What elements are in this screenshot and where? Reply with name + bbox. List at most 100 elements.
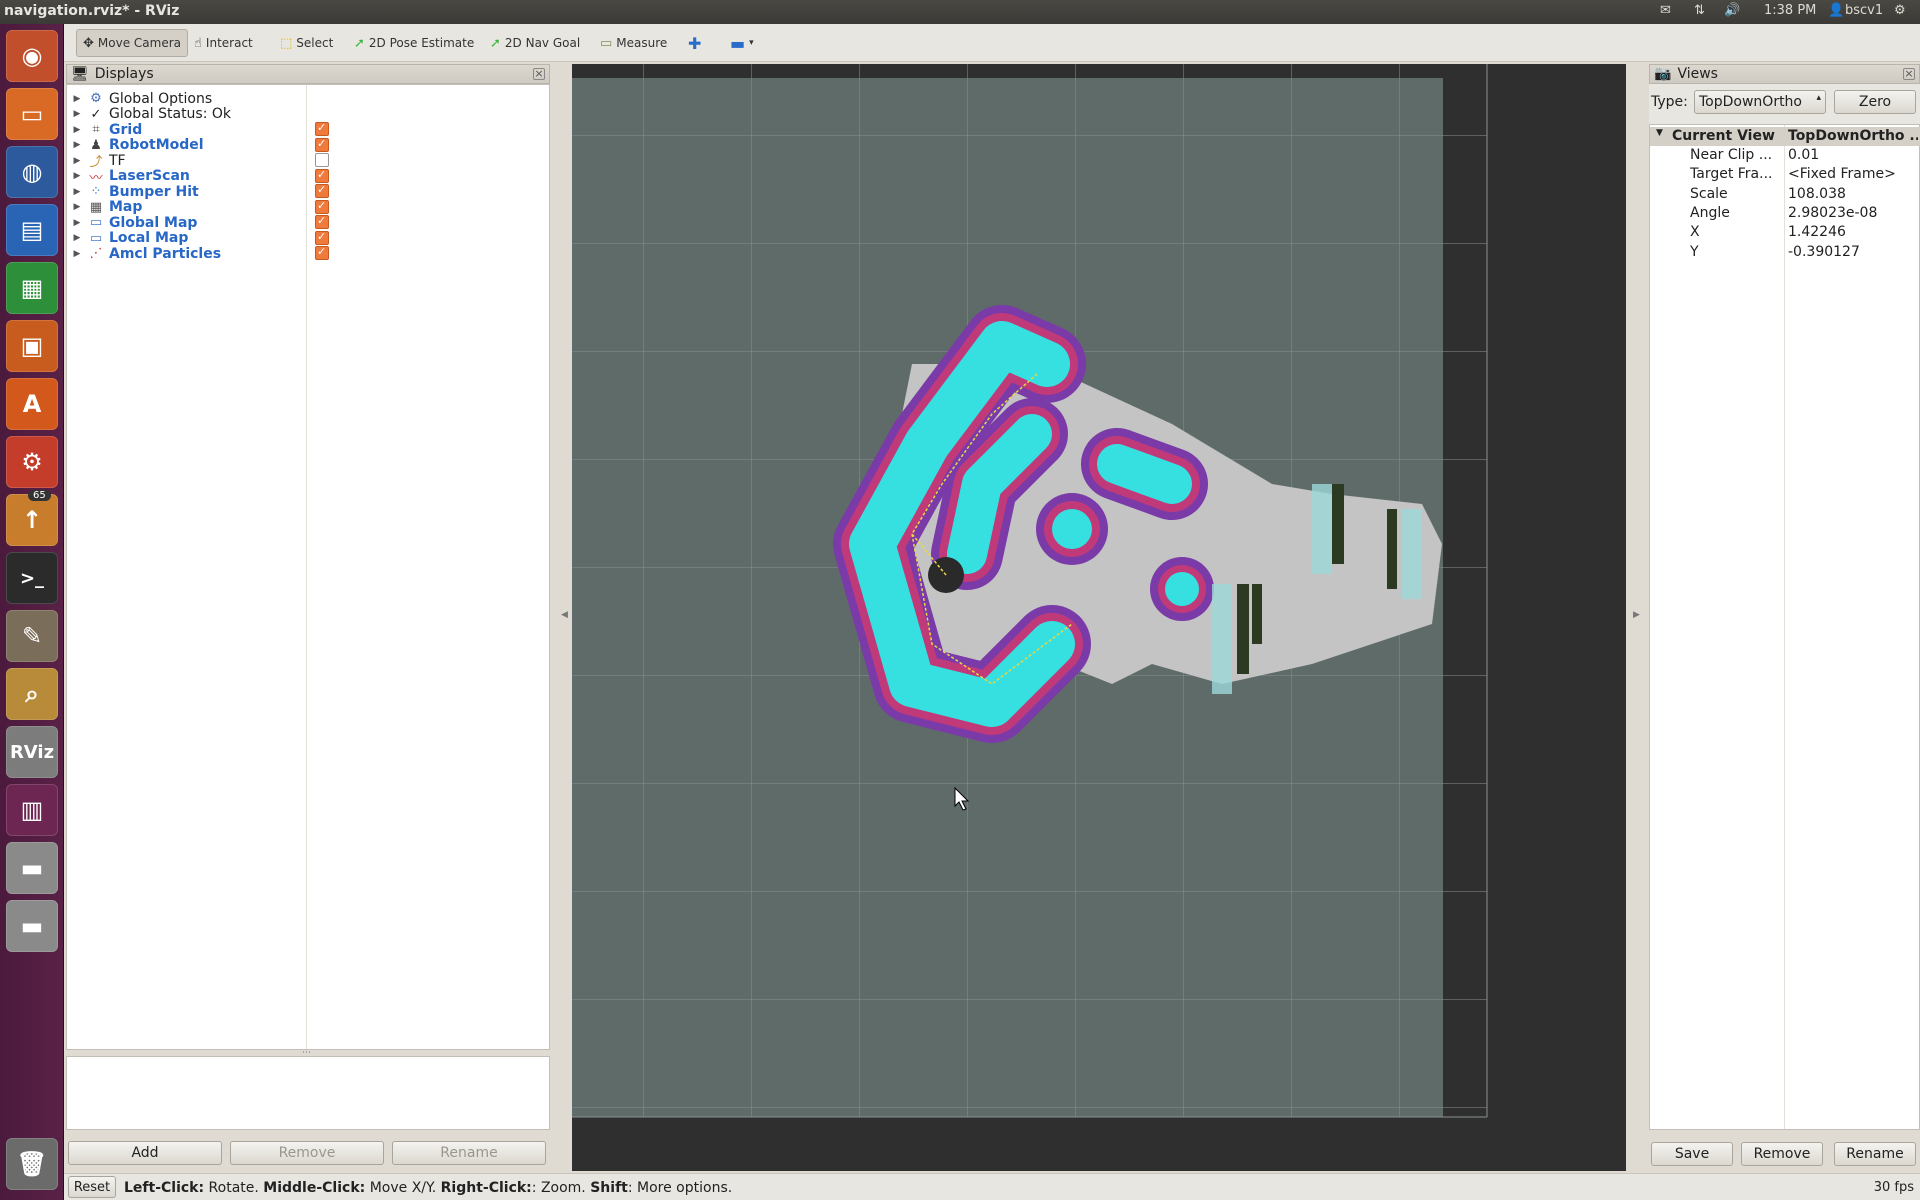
view-property-row[interactable]: Scale 108.038 bbox=[1650, 185, 1920, 204]
rviz-icon[interactable]: RViz bbox=[6, 726, 58, 778]
expand-arrow-icon[interactable]: ▶ bbox=[67, 233, 87, 243]
expand-arrow-icon[interactable]: ▶ bbox=[67, 140, 87, 150]
expand-arrow-icon[interactable]: ▶ bbox=[67, 109, 87, 119]
view-property-row[interactable]: Angle 2.98023e-08 bbox=[1650, 204, 1920, 223]
clock[interactable]: 1:38 PM bbox=[1764, 3, 1816, 18]
calc-icon[interactable]: ▦ bbox=[6, 262, 58, 314]
status-bar: Reset Left-Click: Rotate. Middle-Click: … bbox=[64, 1173, 1920, 1200]
current-view-row[interactable]: ▼ Current View TopDownOrtho ... bbox=[1650, 127, 1920, 146]
display-enabled-checkbox[interactable] bbox=[315, 230, 329, 245]
view-property-row[interactable]: X 1.42246 bbox=[1650, 223, 1920, 242]
image-viewer-icon[interactable]: ⌕ bbox=[6, 668, 58, 720]
user-name[interactable]: bscv1 bbox=[1845, 3, 1883, 18]
trash-icon[interactable]: 🗑 bbox=[6, 1138, 58, 1190]
close-icon[interactable]: × bbox=[533, 68, 545, 80]
add-display-button[interactable]: Add bbox=[68, 1141, 222, 1165]
display-enabled-checkbox[interactable] bbox=[315, 168, 329, 183]
writer-icon[interactable]: ▤ bbox=[6, 204, 58, 256]
views-title: Views bbox=[1677, 66, 1718, 82]
green-arrow-icon-2: ➚ bbox=[490, 35, 501, 51]
expand-arrow-icon[interactable]: ▶ bbox=[67, 156, 87, 166]
dash-home-icon[interactable]: ◉ bbox=[6, 30, 58, 82]
property-value[interactable]: -0.390127 bbox=[1788, 244, 1918, 260]
mail-icon[interactable]: ✉ bbox=[1660, 3, 1671, 18]
software-center-icon[interactable]: A bbox=[6, 378, 58, 430]
select-tool[interactable]: ⬚ Select bbox=[274, 29, 339, 57]
left-collapse-arrow[interactable]: ◀ bbox=[561, 610, 568, 620]
network-icon[interactable]: ⇅ bbox=[1694, 3, 1705, 18]
drive-icon[interactable]: ▬ bbox=[6, 842, 58, 894]
display-enabled-checkbox[interactable] bbox=[315, 137, 329, 152]
zero-button[interactable]: Zero bbox=[1834, 90, 1916, 114]
terminal-icon[interactable]: >_ bbox=[6, 552, 58, 604]
view-type-select[interactable]: TopDownOrtho ▴ bbox=[1694, 90, 1826, 114]
monitor-icon: 🖥 bbox=[71, 66, 89, 82]
remove-view-button[interactable]: Remove bbox=[1741, 1142, 1823, 1166]
impress-icon[interactable]: ▣ bbox=[6, 320, 58, 372]
display-enabled-checkbox[interactable] bbox=[315, 121, 329, 136]
display-description bbox=[66, 1056, 550, 1130]
add-tool-button[interactable]: ✚ bbox=[682, 29, 707, 57]
property-value[interactable]: 108.038 bbox=[1788, 186, 1918, 202]
firefox-icon[interactable]: ◍ bbox=[6, 146, 58, 198]
property-name: Target Fra... bbox=[1690, 166, 1773, 183]
right-collapse-arrow[interactable]: ▶ bbox=[1633, 610, 1640, 620]
view-property-row[interactable]: Target Fra... <Fixed Frame> bbox=[1650, 165, 1920, 184]
volume-icon[interactable]: 🔊 bbox=[1724, 3, 1740, 18]
display-enabled-checkbox[interactable] bbox=[315, 153, 329, 167]
remove-display-button[interactable]: Remove bbox=[230, 1141, 384, 1165]
expand-arrow-icon[interactable]: ▶ bbox=[67, 202, 87, 212]
expand-arrow-icon[interactable]: ▼ bbox=[1656, 128, 1663, 138]
views-panel: 📷 Views × Type: TopDownOrtho ▴ Zero ▼ Cu… bbox=[1649, 64, 1920, 1171]
rename-view-button[interactable]: Rename bbox=[1834, 1142, 1916, 1166]
move-camera-tool[interactable]: ✥ Move Camera bbox=[76, 29, 188, 57]
view-properties: ▼ Current View TopDownOrtho ... Near Cli… bbox=[1649, 124, 1920, 1130]
settings-icon[interactable]: ⚙ bbox=[6, 436, 58, 488]
save-view-button[interactable]: Save bbox=[1651, 1142, 1733, 1166]
property-value[interactable]: 2.98023e-08 bbox=[1788, 205, 1918, 221]
display-enabled-checkbox[interactable] bbox=[315, 199, 329, 214]
display-enabled-checkbox[interactable] bbox=[315, 214, 329, 229]
view-property-row[interactable]: Y -0.390127 bbox=[1650, 243, 1920, 262]
expand-arrow-icon[interactable]: ▶ bbox=[67, 218, 87, 228]
display-enabled-checkbox[interactable] bbox=[315, 245, 329, 260]
nav-goal-tool[interactable]: ➚ 2D Nav Goal bbox=[484, 29, 586, 57]
workspace-switcher-icon[interactable]: ▥ bbox=[6, 784, 58, 836]
close-icon[interactable]: × bbox=[1903, 68, 1915, 80]
current-view-value: TopDownOrtho ... bbox=[1788, 128, 1918, 144]
pose-estimate-tool[interactable]: ➚ 2D Pose Estimate bbox=[348, 29, 480, 57]
text-editor-icon[interactable]: ✎ bbox=[6, 610, 58, 662]
displays-header: 🖥 Displays × bbox=[66, 64, 550, 84]
measure-tool[interactable]: ▭ Measure bbox=[594, 29, 673, 57]
help-left-click: Left-Click: bbox=[124, 1180, 205, 1196]
property-value[interactable]: 1.42246 bbox=[1788, 224, 1918, 240]
expand-arrow-icon[interactable]: ▶ bbox=[67, 249, 87, 259]
displays-title: Displays bbox=[94, 66, 154, 82]
property-name: Y bbox=[1690, 243, 1699, 260]
remove-tool-button[interactable]: ▬ ▾ bbox=[724, 29, 760, 57]
interact-tool[interactable]: ☝ Interact bbox=[188, 29, 259, 57]
updater-icon[interactable]: ↑ 65 bbox=[6, 490, 58, 546]
gear-icon[interactable]: ⚙ bbox=[1894, 3, 1906, 18]
files-icon[interactable]: ▭ bbox=[6, 88, 58, 140]
render-viewport[interactable] bbox=[572, 64, 1626, 1171]
expand-arrow-icon[interactable]: ▶ bbox=[67, 171, 87, 181]
expand-arrow-icon[interactable]: ▶ bbox=[67, 187, 87, 197]
particles-icon: ⋰ bbox=[89, 246, 103, 261]
reset-button[interactable]: Reset bbox=[68, 1176, 116, 1198]
expand-arrow-icon[interactable]: ▶ bbox=[67, 125, 87, 135]
view-property-row[interactable]: Near Clip ... 0.01 bbox=[1650, 146, 1920, 165]
property-value[interactable]: <Fixed Frame> bbox=[1788, 166, 1918, 182]
display-item[interactable]: ▶ ⋰ Amcl Particles bbox=[67, 244, 551, 263]
display-enabled-checkbox[interactable] bbox=[315, 183, 329, 198]
drive-icon-2[interactable]: ▬ bbox=[6, 900, 58, 952]
rename-display-button[interactable]: Rename bbox=[392, 1141, 546, 1165]
green-arrow-icon: ➚ bbox=[354, 35, 365, 51]
system-top-bar: navigation.rviz* - RViz ✉ ⇅ 🔊 1:38 PM 👤 … bbox=[0, 0, 1920, 24]
update-badge: 65 bbox=[28, 490, 51, 501]
spin-arrows-icon: ▴ bbox=[1816, 93, 1821, 103]
ruler-icon: ▭ bbox=[600, 35, 613, 51]
property-value[interactable]: 0.01 bbox=[1788, 147, 1918, 163]
expand-arrow-icon[interactable]: ▶ bbox=[67, 94, 87, 104]
launcher: ◉ ▭ ◍ ▤ ▦ ▣ A ⚙ ↑ 65 >_ ✎ ⌕ RViz ▥ ▬ ▬ 🗑 bbox=[0, 24, 64, 1200]
